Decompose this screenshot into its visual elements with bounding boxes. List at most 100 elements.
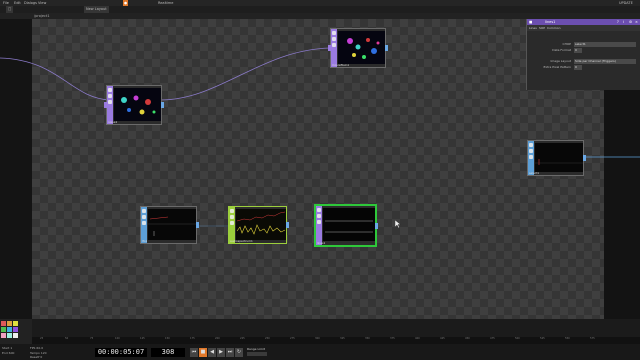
rewind-icon[interactable]: ⏮	[190, 348, 198, 357]
node-audiospectrum1[interactable]: audiospectrum1	[228, 206, 289, 244]
output-connector[interactable]	[286, 222, 289, 228]
node-lines1[interactable]: lines1	[314, 204, 378, 247]
lock-icon[interactable]	[142, 215, 146, 219]
node-label: audiospectrum1	[230, 239, 253, 243]
color-swatch[interactable]	[1, 321, 6, 326]
step-forward-icon[interactable]: ⏭	[226, 348, 234, 357]
node-select1[interactable]: select1	[527, 140, 586, 176]
node-label: moviefilein1	[332, 63, 350, 67]
bypass-icon[interactable]	[529, 155, 533, 159]
bypass-icon[interactable]	[317, 220, 321, 224]
node-side-bar	[107, 86, 113, 124]
timeline-tick: 400	[415, 337, 420, 340]
node-side-bar	[528, 141, 534, 175]
param-label: Extra Pixel Pattern	[543, 65, 571, 69]
parameter-panel: ■ lines1 ? i ⚙ × Lines SOP Common CHOP s…	[526, 19, 640, 90]
viewer-toggle-icon[interactable]	[332, 31, 336, 35]
color-swatch[interactable]	[13, 327, 18, 332]
node-label: lfo1	[142, 239, 148, 243]
lock-icon[interactable]	[230, 215, 234, 219]
param-value-field[interactable]: 0	[574, 64, 582, 70]
tab-sop[interactable]: SOP	[539, 25, 545, 31]
frame-display[interactable]: 308	[151, 348, 185, 357]
color-swatch[interactable]	[7, 321, 12, 326]
viewer-toggle-icon[interactable]	[142, 209, 146, 213]
tab-common[interactable]: Common	[547, 25, 561, 31]
chop-preview	[535, 143, 583, 172]
mouse-cursor-icon	[395, 220, 401, 228]
timeline-tick: 125	[140, 337, 145, 340]
color-swatch[interactable]	[1, 327, 6, 332]
timeline-tick: 550	[565, 337, 570, 340]
stat-value[interactable]: 600	[9, 351, 15, 355]
stat-value[interactable]: 60.0	[36, 346, 43, 350]
color-swatch[interactable]	[13, 321, 18, 326]
node-side-bar	[331, 29, 337, 67]
range-limit-toggle[interactable]	[247, 352, 267, 356]
param-menu[interactable]: Side per Channel (Triggers)	[574, 58, 636, 64]
node-viewer	[148, 209, 196, 240]
output-connector[interactable]	[161, 102, 164, 108]
viewer-toggle-icon[interactable]	[230, 209, 234, 213]
stat-value[interactable]: 0	[40, 355, 42, 359]
output-connector[interactable]	[375, 222, 378, 229]
color-swatch[interactable]	[1, 333, 6, 338]
lock-icon[interactable]	[332, 37, 336, 41]
input-connector[interactable]	[104, 102, 107, 108]
node-label: lines1	[317, 241, 326, 245]
param-row: Data Format 0	[527, 47, 640, 53]
timeline-ruler[interactable]: 25 50 75 100 125 150 175 200 225 250 275 300 325 350 3…	[0, 337, 640, 344]
input-connector[interactable]	[328, 45, 331, 51]
bypass-icon[interactable]	[142, 221, 146, 225]
node-side-bar	[316, 206, 322, 245]
color-swatch[interactable]	[7, 333, 12, 338]
viewer-toggle-icon[interactable]	[529, 143, 533, 147]
output-connector[interactable]	[583, 155, 586, 161]
bypass-icon[interactable]	[230, 221, 234, 225]
node-moviefilein1[interactable]: moviefilein1	[328, 28, 388, 68]
color-swatch[interactable]	[13, 333, 18, 338]
step-back-icon[interactable]: ◀	[208, 348, 216, 357]
node-viewer	[323, 208, 375, 241]
tab-bar: □ New Layout	[0, 6, 640, 13]
timecode-display[interactable]: 00:00:05:07	[95, 348, 147, 357]
timeline-tick: 200	[215, 337, 220, 340]
tab-lines[interactable]: Lines	[529, 25, 537, 31]
lock-icon[interactable]	[317, 214, 321, 218]
node-viewer	[535, 143, 583, 172]
loop-icon[interactable]: ↻	[235, 348, 243, 357]
param-value-field[interactable]: select1	[574, 41, 636, 47]
right-pane	[604, 90, 640, 319]
bypass-icon[interactable]	[332, 43, 336, 47]
timeline-tick: 275	[290, 337, 295, 340]
viewer-toggle-icon[interactable]	[317, 208, 321, 212]
viewer-toggle-icon[interactable]	[108, 88, 112, 92]
param-label: Data Format	[552, 48, 571, 52]
stat-label: Start	[2, 346, 10, 350]
node-side-bar	[141, 207, 147, 243]
panel-tabs: Lines SOP Common	[527, 25, 640, 31]
chop-preview	[148, 209, 196, 240]
timeline-tick: 325	[340, 337, 345, 340]
stat-start: Start 1	[2, 346, 12, 350]
tab-pane[interactable]: □	[6, 6, 14, 13]
network-canvas[interactable]	[32, 19, 604, 319]
color-swatch[interactable]	[7, 327, 12, 332]
tab-new-layout[interactable]: New Layout	[84, 6, 109, 13]
timeline-tick: 350	[365, 337, 370, 340]
stat-value[interactable]: 1	[10, 346, 12, 350]
timeline-tick: 225	[240, 337, 245, 340]
node-lfo1[interactable]: lfo1	[140, 206, 199, 244]
play-icon[interactable]: ▶	[217, 348, 225, 357]
stat-label: FPS	[30, 346, 36, 350]
param-value-field[interactable]: 0	[574, 47, 582, 53]
output-connector[interactable]	[196, 222, 199, 228]
node-noise1[interactable]: noise1	[104, 85, 164, 125]
stop-icon[interactable]: ■	[199, 348, 207, 357]
node-label: select1	[529, 171, 540, 175]
output-connector[interactable]	[385, 45, 388, 51]
lock-icon[interactable]	[529, 149, 533, 153]
bypass-icon[interactable]	[108, 100, 112, 104]
lock-icon[interactable]	[108, 94, 112, 98]
timeline-tick: 525	[540, 337, 545, 340]
